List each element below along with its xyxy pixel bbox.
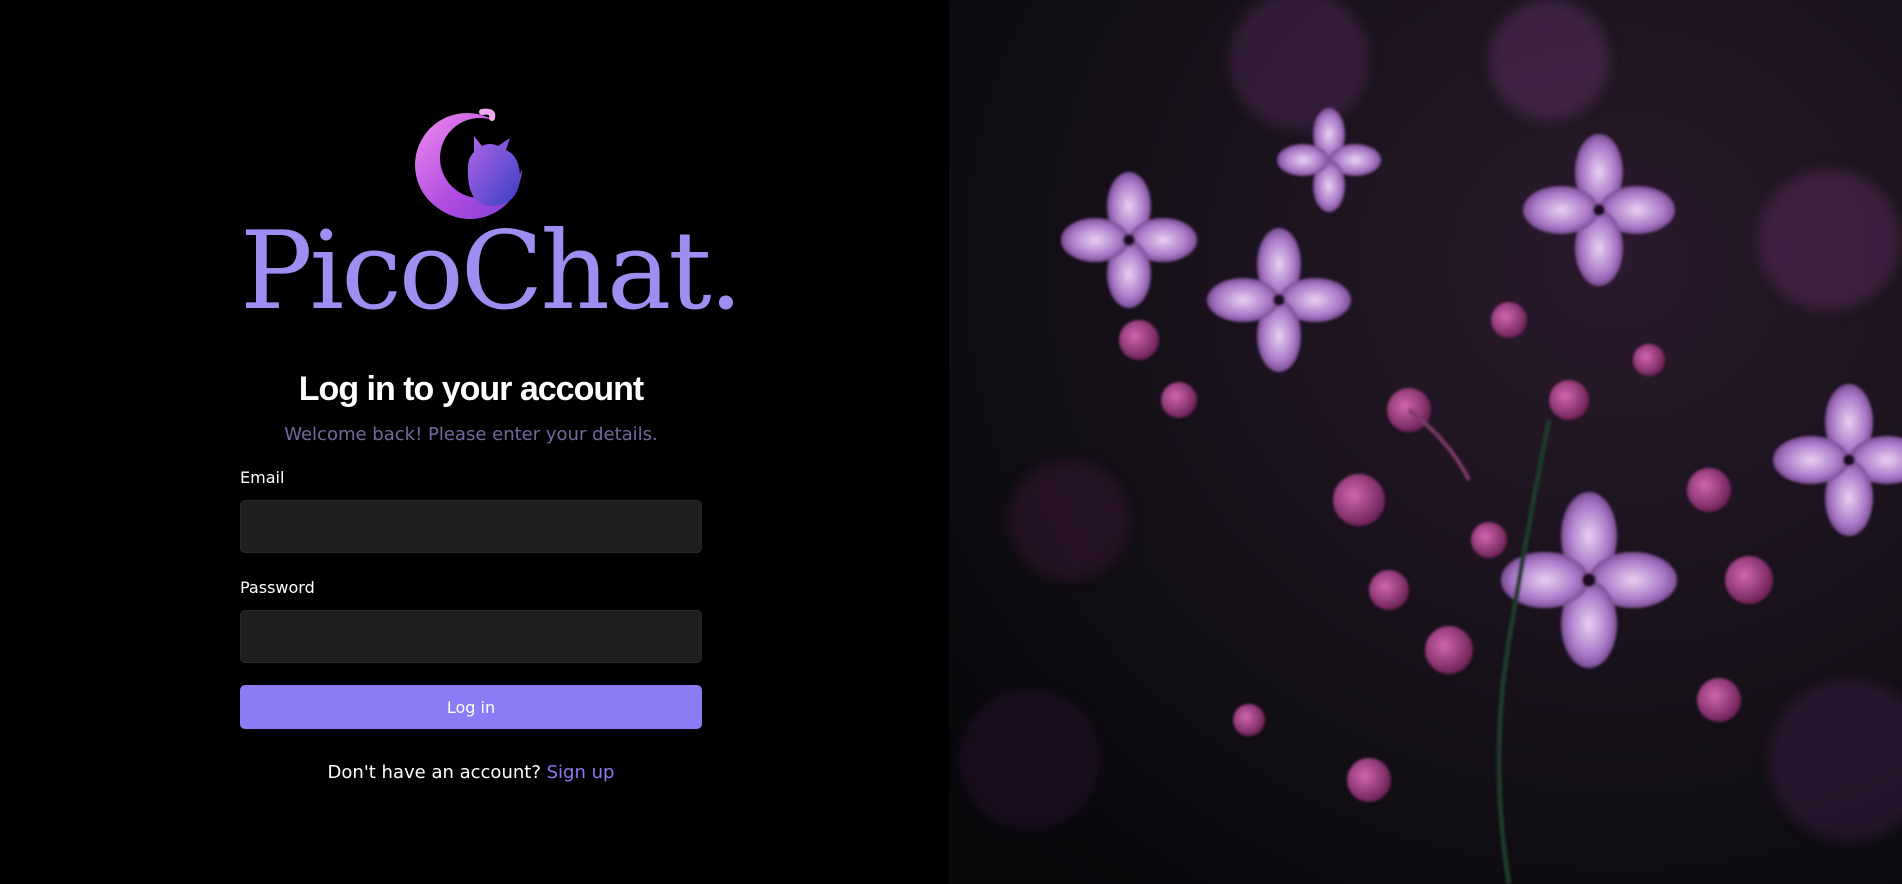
hero-image-panel [949,0,1902,884]
email-label: Email [240,468,285,487]
login-button[interactable]: Log in [240,685,702,729]
signup-prompt: Don't have an account? Sign up [240,762,702,783]
no-account-text: Don't have an account? [327,762,541,783]
login-panel: PicoChat. Log in to your account Welcome… [0,0,949,884]
email-field[interactable] [240,500,702,553]
brand-wordmark: PicoChat. [240,209,743,334]
page-subtitle: Welcome back! Please enter your details. [284,424,658,445]
login-page: PicoChat. Log in to your account Welcome… [0,0,1902,884]
password-label: Password [240,578,315,597]
page-title: Log in to your account [298,370,644,408]
cat-moon-logo-icon [415,108,522,220]
signup-link[interactable]: Sign up [547,762,615,783]
lilac-flowers-photo [949,0,1902,884]
password-field[interactable] [240,610,702,663]
